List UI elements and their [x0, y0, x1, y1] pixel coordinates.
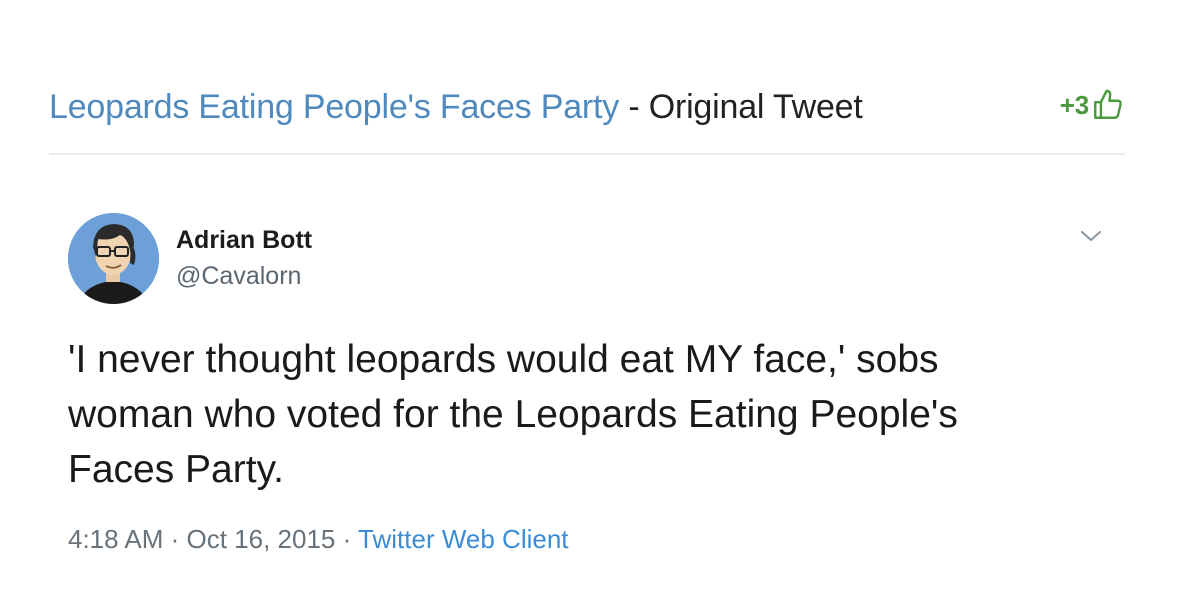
tweet-meta: 4:18 AM · Oct 16, 2015 · Twitter Web Cli…: [68, 524, 569, 555]
meta-separator: ·: [163, 524, 187, 554]
upvote-button[interactable]: +3: [1060, 88, 1125, 122]
chevron-down-icon[interactable]: [1079, 228, 1103, 244]
title-separator: -: [619, 87, 649, 126]
tweet-text: 'I never thought leopards would eat MY f…: [68, 338, 958, 491]
vote-count: +3: [1059, 89, 1089, 120]
tweet-source-link[interactable]: Twitter Web Client: [358, 524, 568, 554]
post-header: Leopards Eating People's Faces Party - O…: [49, 84, 1125, 130]
author-name[interactable]: Adrian Bott: [176, 226, 312, 255]
avatar-illustration: [68, 213, 159, 304]
thumbs-up-icon: [1094, 89, 1122, 119]
avatar[interactable]: [68, 213, 159, 304]
header-divider: [49, 153, 1125, 155]
tweet-date[interactable]: Oct 16, 2015: [187, 524, 336, 554]
meta-separator: ·: [335, 524, 359, 554]
community-link[interactable]: Leopards Eating People's Faces Party: [49, 88, 619, 127]
tweet-time[interactable]: 4:18 AM: [68, 524, 163, 554]
author-handle[interactable]: @Cavalorn: [176, 262, 301, 291]
post-title: Original Tweet: [648, 87, 863, 126]
